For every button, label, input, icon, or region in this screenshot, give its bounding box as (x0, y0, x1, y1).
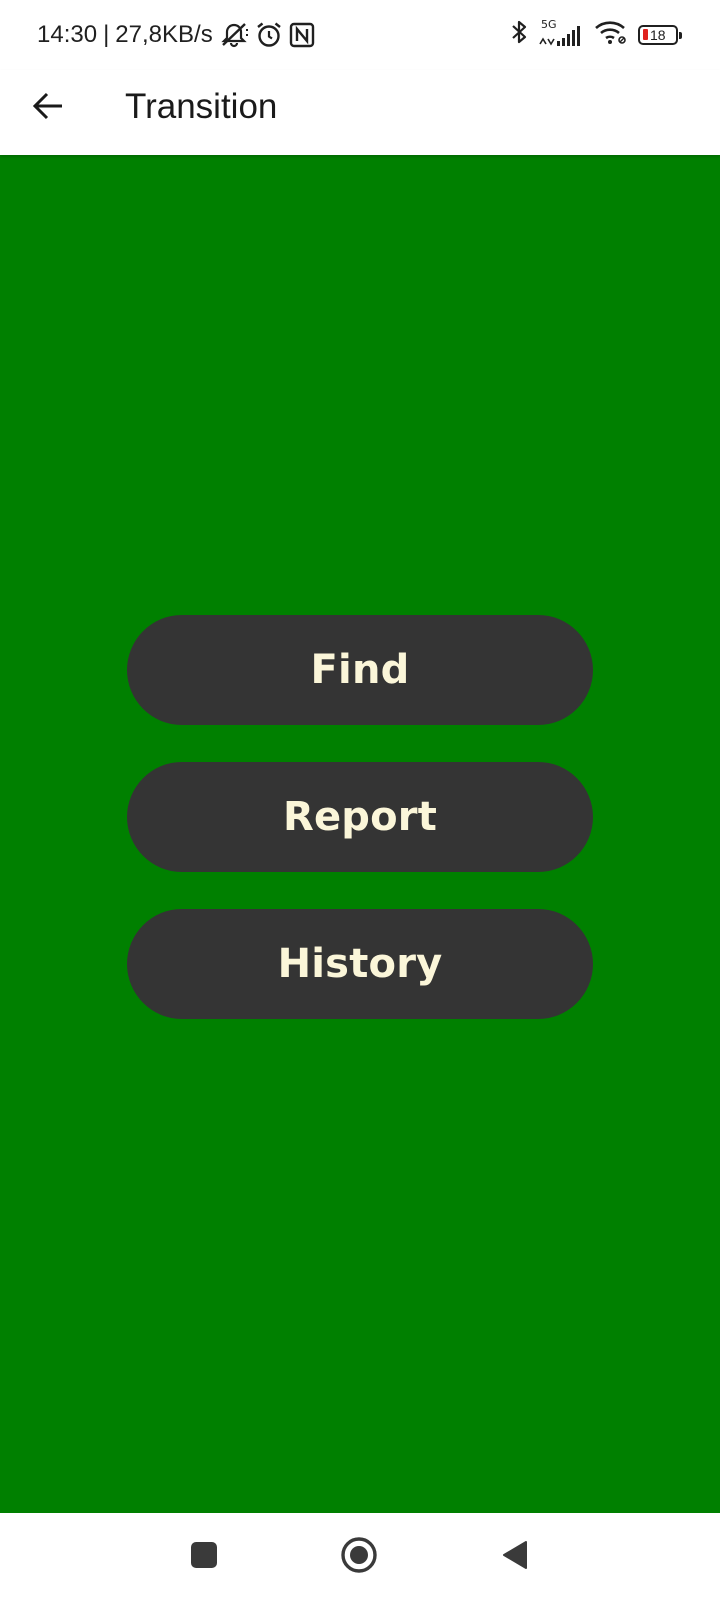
status-left: 14:30 | 27,8KB/s (37, 18, 315, 52)
back-button[interactable] (18, 78, 78, 138)
status-separator: | (103, 21, 110, 48)
nfc-icon (289, 22, 315, 48)
home-button[interactable] (335, 1533, 383, 1581)
status-net-speed: 27,8KB/s (115, 21, 213, 48)
recent-apps-icon (190, 1541, 218, 1574)
status-right: 5G 18 (510, 18, 682, 51)
app-bar: Transition (0, 70, 720, 155)
wifi-icon (594, 19, 628, 50)
battery-level-text: 18 (650, 26, 666, 43)
arrow-left-icon (32, 90, 64, 127)
bell-off-icon (219, 21, 249, 49)
status-time: 14:30 (37, 21, 98, 48)
back-icon (500, 1539, 530, 1576)
bluetooth-icon (510, 18, 528, 51)
system-nav-bar (0, 1513, 720, 1600)
system-back-button[interactable] (491, 1533, 539, 1581)
page-title: Transition (125, 87, 278, 126)
content-area: Find Report History (0, 155, 720, 1513)
history-button[interactable]: History (127, 909, 593, 1019)
report-button[interactable]: Report (127, 762, 593, 872)
recent-apps-button[interactable] (180, 1533, 228, 1581)
status-bar: 14:30 | 27,8KB/s 5G 18 (0, 0, 720, 70)
alarm-icon (255, 21, 283, 49)
home-icon (340, 1536, 378, 1579)
cell-signal-icon: 5G (538, 18, 584, 50)
battery-level-indicator (643, 29, 648, 40)
menu-button-group: Find Report History (127, 615, 593, 1019)
find-button[interactable]: Find (127, 615, 593, 725)
battery-icon: 18 (638, 24, 682, 45)
